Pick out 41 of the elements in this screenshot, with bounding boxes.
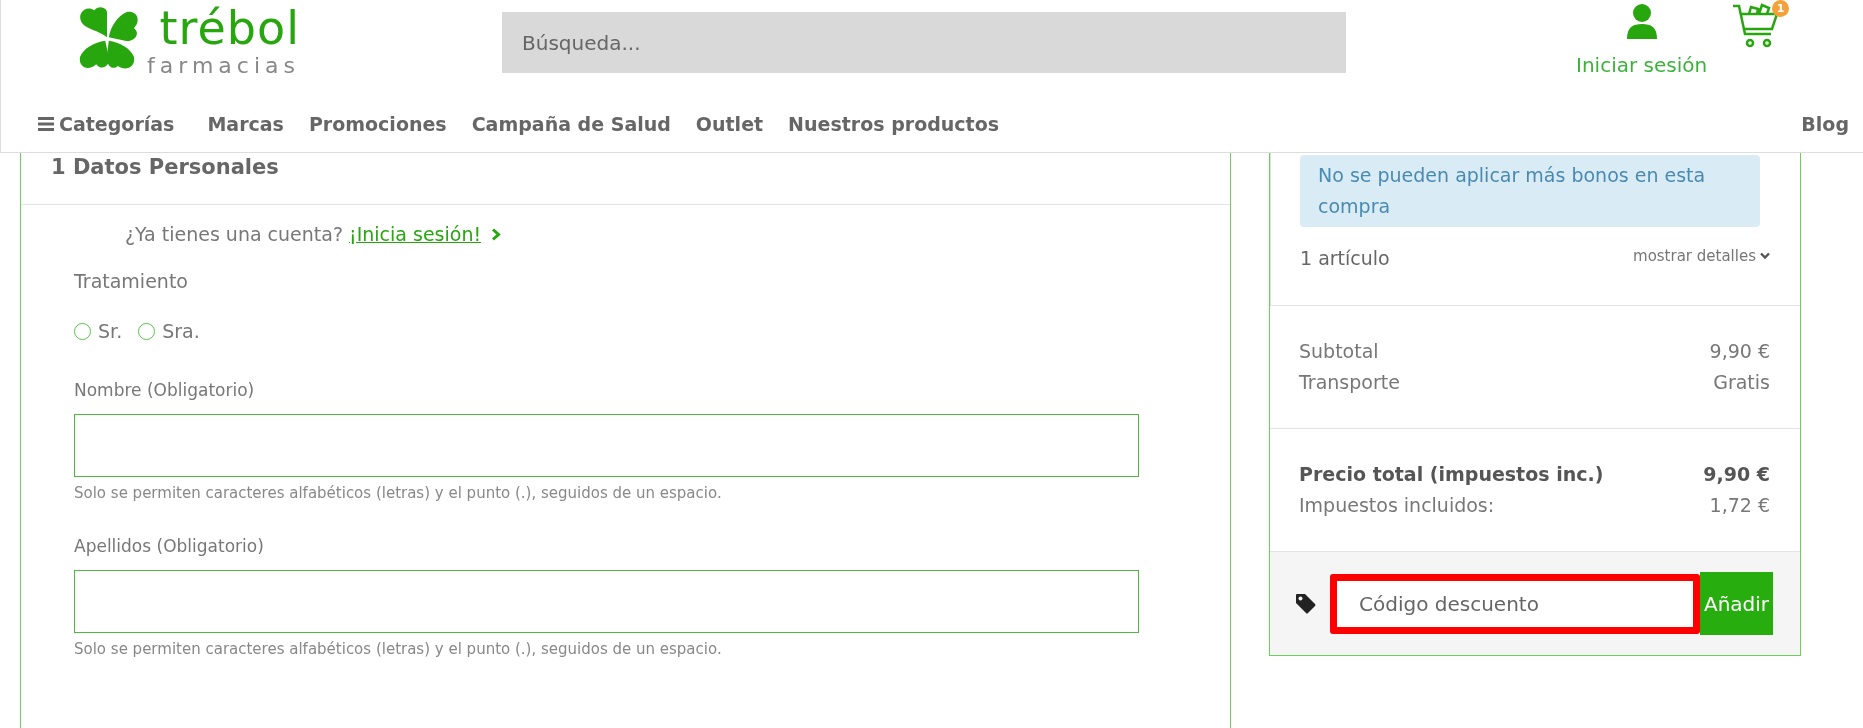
nav-link[interactable]: Promociones	[308, 113, 447, 135]
summary-value: 9,90 €	[1709, 339, 1770, 364]
tag-icon	[1295, 592, 1317, 615]
chevron-down-icon	[1760, 252, 1770, 260]
chevron-right-icon	[491, 227, 502, 241]
total-label: Precio total (impuestos inc.)	[1299, 462, 1604, 487]
summary-label: Subtotal	[1299, 339, 1379, 364]
field-label: Apellidos (Obligatorio)	[74, 536, 265, 556]
login-prompt: ¿Ya tienes una cuenta? ¡Inicia sesión!	[125, 223, 482, 245]
logo-tagline: farmacias	[147, 54, 300, 78]
nav-link[interactable]: Campaña de Salud	[471, 113, 671, 135]
login-link[interactable]: ¡Inicia sesión!	[349, 223, 482, 245]
cart-count-badge: 1	[1772, 0, 1790, 17]
nav-link[interactable]: Marcas	[207, 113, 284, 135]
text-field[interactable]	[74, 414, 1139, 477]
tax-label: Impuestos incluidos:	[1299, 493, 1495, 518]
section-title: 1 Datos Personales	[21, 153, 1230, 205]
info-notice: No se pueden aplicar más bonos en esta compra	[1300, 155, 1760, 227]
menu-icon	[38, 117, 54, 131]
categories-menu[interactable]: Categorías	[38, 113, 175, 135]
show-details-toggle[interactable]: mostrar detalles	[1633, 247, 1770, 265]
blog-link[interactable]: Blog	[1801, 113, 1849, 135]
add-button[interactable]: Añadir	[1700, 572, 1774, 635]
user-icon[interactable]	[1624, 3, 1659, 41]
nav-link[interactable]: Nuestros productos	[788, 113, 1000, 135]
field-hint: Solo se permiten caracteres alfabéticos (letras) y el punto (.), seguidos de un espacio.	[74, 640, 723, 658]
field-label: Tratamiento	[74, 270, 189, 292]
radio-option[interactable]: Sr.	[74, 320, 123, 342]
logo-name[interactable]: trébol	[159, 2, 300, 54]
tax-value: 1,72 €	[1709, 493, 1770, 518]
search-field[interactable]: Búsqueda...	[502, 12, 1346, 73]
field-hint: Solo se permiten caracteres alfabéticos (letras) y el punto (.), seguidos de un espacio.	[74, 484, 723, 502]
total-value: 9,90 €	[1703, 462, 1770, 487]
radio-option[interactable]: Sra.	[138, 320, 200, 342]
field-label: Nombre (Obligatorio)	[74, 380, 256, 400]
summary-value: Gratis	[1713, 370, 1770, 395]
summary-label: Transporte	[1299, 370, 1400, 395]
discount-code-field[interactable]: Código descuento	[1330, 573, 1700, 634]
nav-link[interactable]: Outlet	[695, 113, 764, 135]
text-field[interactable]	[74, 570, 1139, 633]
item-count: 1 artículo	[1300, 247, 1390, 269]
